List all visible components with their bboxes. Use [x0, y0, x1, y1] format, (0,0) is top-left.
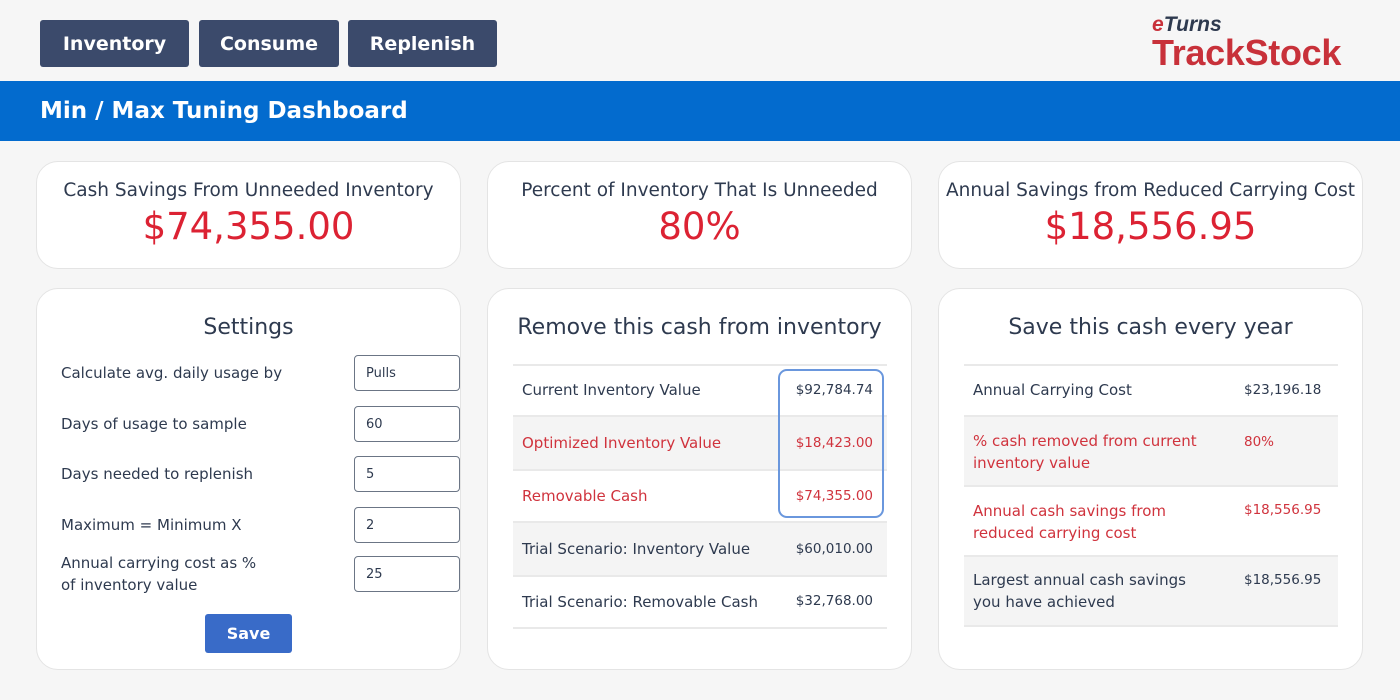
save-cash-table: Annual Carrying Cost $23,196.18 % cash r…	[964, 364, 1338, 627]
row-value: 80%	[1244, 434, 1275, 450]
remove-cash-panel: Remove this cash from inventory Current …	[487, 288, 912, 670]
table-row: Largest annual cash savings you have achi…	[964, 557, 1338, 627]
max-multiplier-input[interactable]	[354, 507, 460, 543]
row-label: Current Inventory Value	[522, 381, 701, 399]
kpi-percent-unneeded-card: Percent of Inventory That Is Unneeded 80…	[487, 161, 912, 269]
save-button[interactable]: Save	[205, 614, 292, 653]
setting-label: Calculate avg. daily usage by	[61, 364, 283, 382]
row-label: Trial Scenario: Inventory Value	[522, 540, 751, 558]
row-label: % cash removed from current inventory val…	[973, 432, 1197, 472]
top-bar: Inventory Consume Replenish eTurns Track…	[0, 0, 1400, 80]
row-value: $23,196.18	[1244, 382, 1322, 398]
remove-cash-title: Remove this cash from inventory	[517, 315, 882, 340]
save-cash-panel: Save this cash every year Annual Carryin…	[938, 288, 1363, 670]
setting-label: Maximum = Minimum X	[61, 516, 242, 534]
row-label: Annual cash savings from reduced carrying…	[973, 502, 1167, 542]
kpi-label: Annual Savings from Reduced Carrying Cos…	[945, 180, 1356, 201]
row-value: $18,556.95	[1244, 502, 1322, 518]
row-value: $92,784.74	[795, 382, 873, 398]
row-label: Removable Cash	[522, 487, 648, 505]
kpi-annual-savings-card: Annual Savings from Reduced Carrying Cos…	[938, 161, 1363, 269]
row-value: $32,768.00	[795, 593, 873, 609]
setting-label: Days of usage to sample	[61, 415, 247, 433]
nav-inventory-button[interactable]: Inventory	[40, 20, 189, 67]
kpi-value: $18,556.95	[1044, 205, 1257, 248]
table-row: Current Inventory Value $92,784.74	[513, 366, 887, 417]
logo-trackstock: TrackStock	[1152, 32, 1342, 73]
table-row: Removable Cash $74,355.00	[513, 471, 887, 523]
remove-cash-table: Current Inventory Value $92,784.74 Optim…	[513, 364, 887, 629]
settings-panel: Settings Calculate avg. daily usage by D…	[36, 288, 461, 670]
table-row: Trial Scenario: Removable Cash $32,768.0…	[513, 577, 887, 629]
row-label: Largest annual cash savings you have achi…	[973, 571, 1186, 611]
days-sample-input[interactable]	[354, 406, 460, 442]
table-row: Trial Scenario: Inventory Value $60,010.…	[513, 523, 887, 577]
table-row: Optimized Inventory Value $18,423.00	[513, 417, 887, 471]
row-label: Optimized Inventory Value	[522, 434, 722, 452]
table-row: Annual Carrying Cost $23,196.18	[964, 366, 1338, 417]
page-title-banner: Min / Max Tuning Dashboard	[0, 81, 1400, 141]
row-label: Trial Scenario: Removable Cash	[522, 593, 758, 611]
settings-title: Settings	[203, 315, 294, 340]
row-value: $74,355.00	[795, 488, 873, 504]
row-value: $18,423.00	[795, 435, 873, 451]
setting-label: Days needed to replenish	[61, 465, 254, 483]
table-row: % cash removed from current inventory val…	[964, 417, 1338, 487]
etturns-trackstock-logo: eTurns TrackStock	[1152, 14, 1342, 73]
kpi-label: Percent of Inventory That Is Unneeded	[521, 180, 878, 201]
setting-label: Annual carrying cost as % of inventory va…	[61, 554, 257, 594]
nav-replenish-button[interactable]: Replenish	[348, 20, 497, 67]
days-replenish-input[interactable]	[354, 456, 460, 492]
kpi-value: 80%	[658, 205, 741, 248]
table-row: Annual cash savings from reduced carrying…	[964, 487, 1338, 557]
kpi-value: $74,355.00	[142, 205, 355, 248]
row-label: Annual Carrying Cost	[973, 381, 1132, 399]
kpi-label: Cash Savings From Unneeded Inventory	[63, 180, 434, 201]
carrying-cost-input[interactable]	[354, 556, 460, 592]
page-title: Min / Max Tuning Dashboard	[40, 98, 408, 124]
save-cash-title: Save this cash every year	[1008, 315, 1293, 340]
usage-method-input[interactable]	[354, 355, 460, 391]
nav-consume-button[interactable]: Consume	[199, 20, 339, 67]
row-value: $60,010.00	[795, 541, 873, 557]
row-value: $18,556.95	[1244, 572, 1322, 588]
kpi-cash-savings-card: Cash Savings From Unneeded Inventory $74…	[36, 161, 461, 269]
